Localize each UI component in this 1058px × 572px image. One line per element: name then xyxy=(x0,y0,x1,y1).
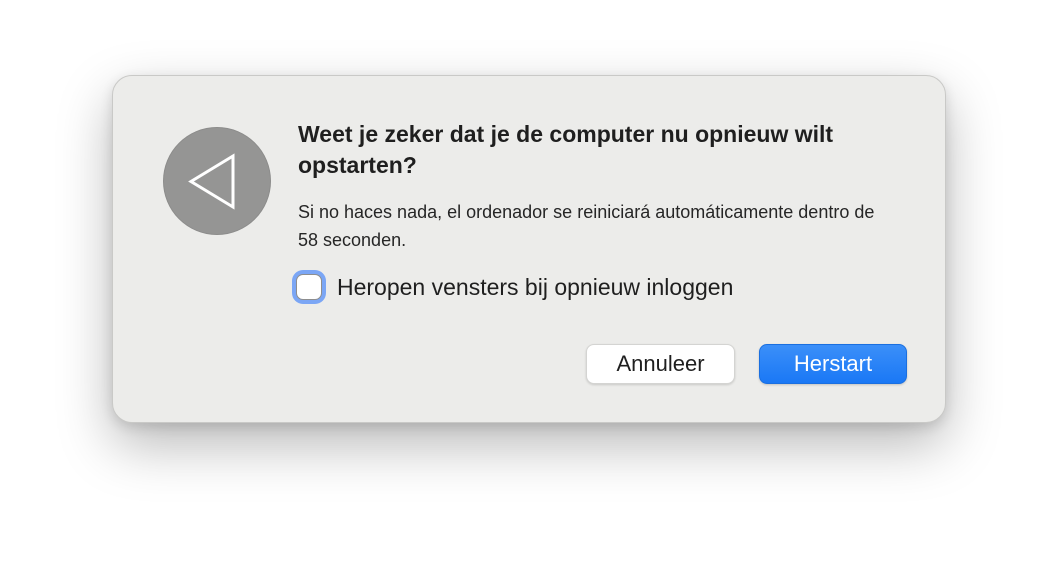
restart-dialog: Weet je zeker dat je de computer nu opni… xyxy=(112,75,946,423)
reopen-windows-checkbox[interactable] xyxy=(296,274,322,300)
cancel-button[interactable]: Annuleer xyxy=(586,344,735,384)
dialog-message: Si no haces nada, el ordenador se reinic… xyxy=(298,202,875,250)
dialog-title: Weet je zeker dat je de computer nu opni… xyxy=(298,121,834,178)
restart-button[interactable]: Herstart xyxy=(759,344,907,384)
reopen-windows-label[interactable]: Heropen vensters bij opnieuw inloggen xyxy=(337,274,733,301)
restart-triangle-icon xyxy=(163,127,271,235)
reopen-windows-option[interactable]: Heropen vensters bij opnieuw inloggen xyxy=(292,269,733,305)
